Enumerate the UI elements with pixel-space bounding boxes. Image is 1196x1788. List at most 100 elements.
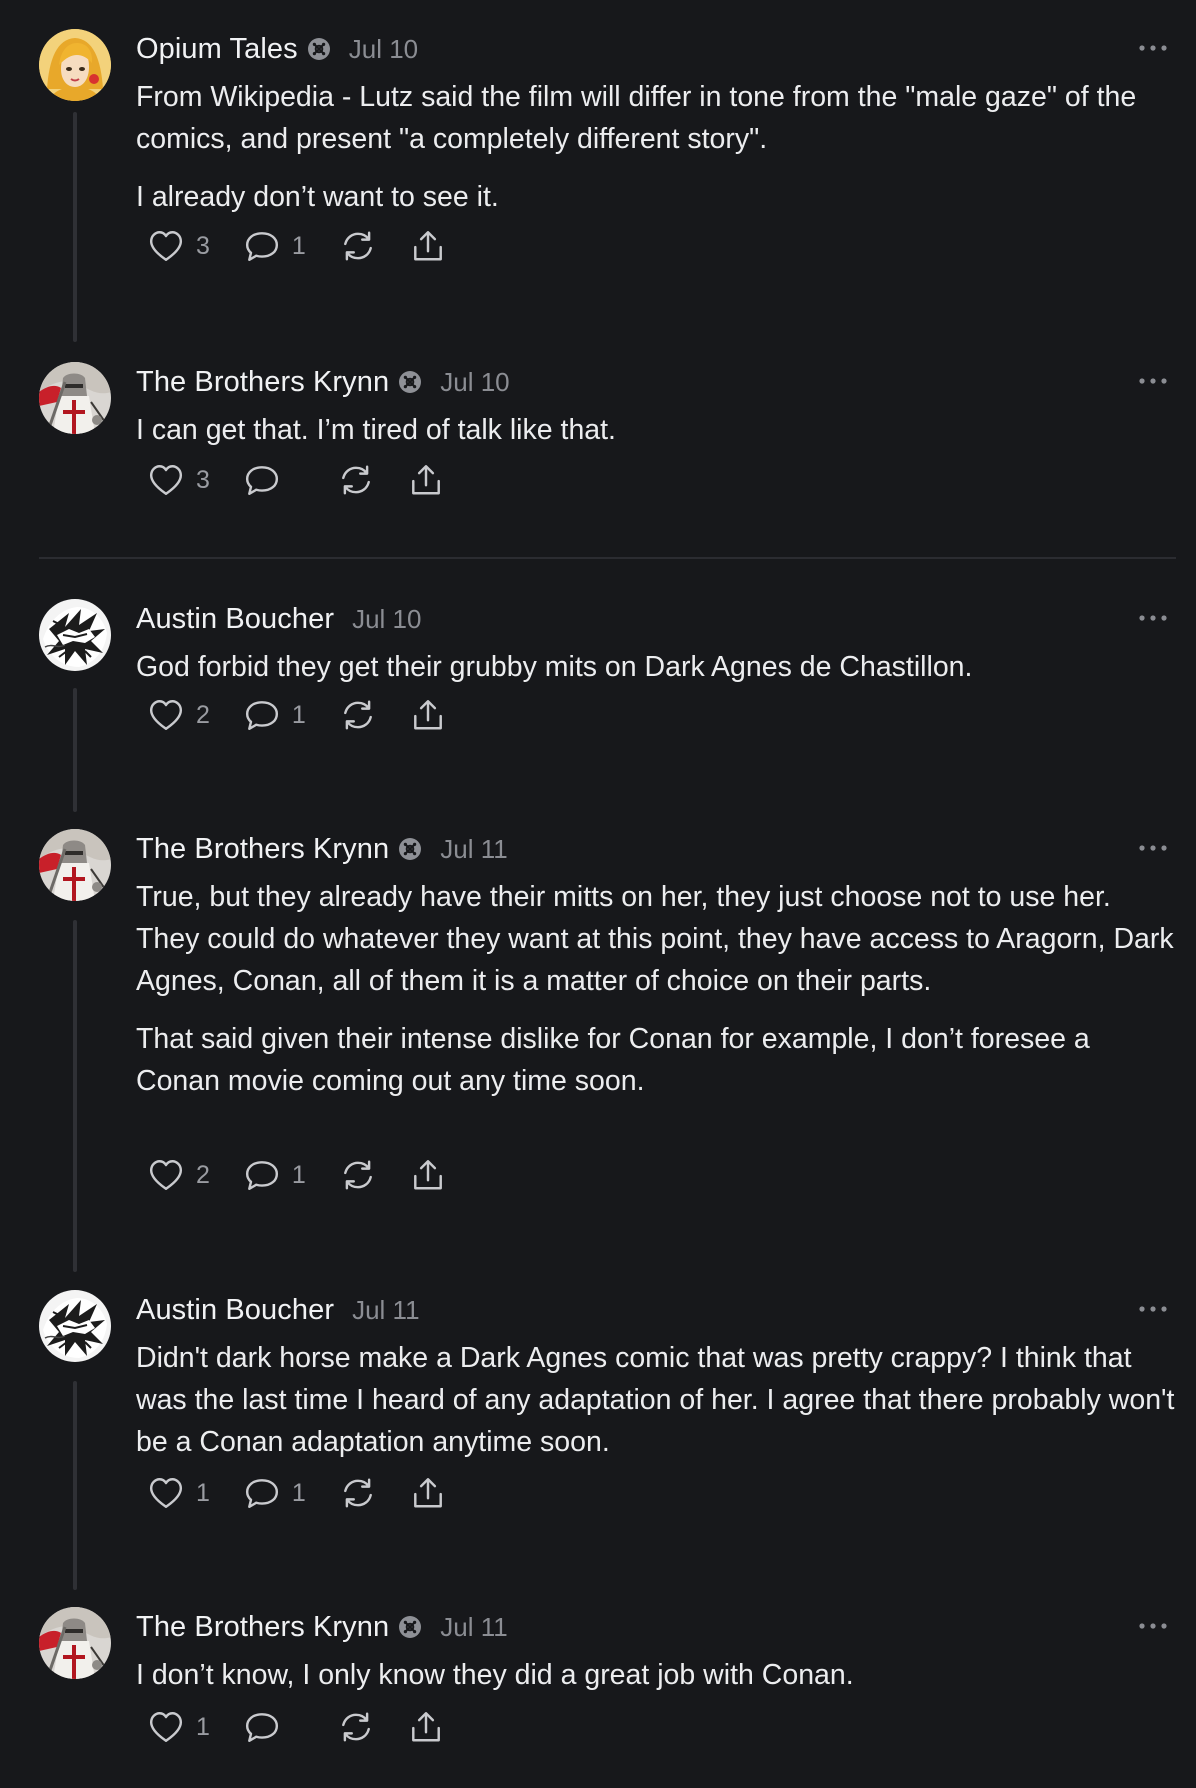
knight-avatar (39, 362, 111, 434)
avatar[interactable] (39, 1290, 111, 1362)
comment-header: Austin Boucher Jul 10 (136, 600, 421, 638)
restack-icon (343, 1478, 372, 1508)
reply-count: 1 (291, 700, 306, 729)
restack-button[interactable] (338, 1710, 374, 1744)
comment-paragraph: Didn't dark horse make a Dark Agnes comi… (136, 1342, 1175, 1458)
author-name[interactable]: The Brothers Krynn (136, 366, 389, 399)
restack-button[interactable] (340, 229, 376, 263)
comment-bubble-icon (245, 1479, 278, 1508)
comment-date[interactable]: Jul 11 (440, 834, 507, 865)
share-icon (413, 231, 442, 261)
comment-date[interactable]: Jul 10 (349, 34, 418, 65)
comment-header: Opium Tales Jul 10 (136, 30, 418, 68)
thread-line[interactable] (73, 112, 77, 342)
thread-line[interactable] (73, 920, 77, 1272)
reply-button[interactable]: 1 (244, 229, 306, 263)
like-count: 3 (196, 465, 210, 494)
avatar[interactable] (39, 29, 111, 101)
reply-button[interactable]: 1 (244, 1476, 306, 1510)
share-icon (413, 700, 442, 730)
comment-text: True, but they already have their mitts … (136, 876, 1176, 1118)
comment-paragraph: I can get that. I’m tired of talk like t… (136, 414, 616, 446)
sketch-avatar (39, 1290, 111, 1362)
heart-icon (149, 465, 183, 495)
thread-line[interactable] (73, 688, 77, 812)
more-options-button[interactable] (1138, 38, 1168, 58)
comment-text: Didn't dark horse make a Dark Agnes comi… (136, 1337, 1176, 1479)
like-button[interactable]: 3 (148, 463, 210, 497)
author-name[interactable]: Austin Boucher (136, 1294, 334, 1327)
comment-bubble-icon (245, 1161, 278, 1190)
reply-button[interactable]: 1 (244, 1158, 306, 1192)
like-count: 3 (196, 231, 210, 260)
author-name[interactable]: The Brothers Krynn (136, 1611, 389, 1644)
share-button[interactable] (410, 229, 446, 263)
comment-thread: Opium Tales Jul 10 From Wikipedia - Lutz s… (0, 0, 1196, 1788)
comment-paragraph: I don’t know, I only know they did a gre… (136, 1659, 854, 1691)
like-count: 2 (196, 700, 210, 729)
comment-actions: 21 (148, 693, 480, 737)
subscriber-badge-icon (399, 1616, 422, 1638)
author-name[interactable]: The Brothers Krynn (136, 833, 389, 866)
comment-paragraph: God forbid they get their grubby mits on… (136, 651, 973, 683)
heart-icon (149, 1160, 183, 1190)
share-button[interactable] (408, 463, 444, 497)
more-options-button[interactable] (1138, 1616, 1168, 1636)
subscriber-badge-icon (399, 838, 422, 860)
share-icon (411, 1712, 440, 1742)
like-button[interactable]: 2 (148, 698, 210, 732)
avatar[interactable] (39, 1607, 111, 1679)
avatar[interactable] (39, 599, 111, 671)
comment-bubble-icon (245, 701, 278, 730)
restack-button[interactable] (338, 463, 374, 497)
ellipsis-icon (1139, 845, 1167, 851)
avatar[interactable] (39, 829, 111, 901)
author-name[interactable]: Austin Boucher (136, 603, 334, 636)
share-button[interactable] (410, 1476, 446, 1510)
comment-bubble-icon (245, 466, 278, 495)
like-button[interactable]: 1 (148, 1710, 210, 1744)
comment-actions: 3 (148, 458, 478, 502)
restack-button[interactable] (340, 1158, 376, 1192)
thread-line[interactable] (73, 1381, 77, 1590)
restack-icon (343, 231, 372, 261)
like-count: 1 (196, 1712, 210, 1741)
heart-icon (149, 1478, 183, 1508)
comment-date[interactable]: Jul 11 (440, 1612, 507, 1643)
comment-date[interactable]: Jul 10 (352, 604, 421, 635)
share-button[interactable] (410, 698, 446, 732)
comment-bubble-icon (245, 232, 278, 261)
author-name[interactable]: Opium Tales (136, 33, 298, 66)
thread-divider (39, 557, 1176, 559)
comment-date[interactable]: Jul 10 (440, 367, 509, 398)
share-button[interactable] (408, 1710, 444, 1744)
reply-button[interactable] (244, 1710, 304, 1744)
blonde-character-avatar (39, 29, 111, 101)
restack-button[interactable] (340, 1476, 376, 1510)
comment-actions: 31 (148, 224, 480, 268)
restack-icon (341, 465, 370, 495)
like-button[interactable]: 1 (148, 1476, 210, 1510)
comment-date[interactable]: Jul 11 (352, 1295, 419, 1326)
more-options-button[interactable] (1138, 608, 1168, 628)
more-options-button[interactable] (1138, 371, 1168, 391)
reply-button[interactable]: 1 (244, 698, 306, 732)
subscriber-badge-icon (307, 38, 330, 60)
heart-icon (149, 700, 183, 730)
share-button[interactable] (410, 1158, 446, 1192)
avatar[interactable] (39, 362, 111, 434)
restack-button[interactable] (340, 698, 376, 732)
comment-actions: 11 (148, 1471, 480, 1515)
heart-icon (149, 231, 183, 261)
like-button[interactable]: 3 (148, 229, 210, 263)
like-button[interactable]: 2 (148, 1158, 210, 1192)
ellipsis-icon (1139, 615, 1167, 621)
comment-text: I don’t know, I only know they did a gre… (136, 1654, 1176, 1712)
reply-button[interactable] (244, 463, 304, 497)
more-options-button[interactable] (1138, 1299, 1168, 1319)
comment-paragraph: That said given their intense dislike fo… (136, 1023, 1090, 1097)
share-icon (413, 1160, 442, 1190)
more-options-button[interactable] (1138, 838, 1168, 858)
comment-header: The Brothers Krynn Jul 11 (136, 830, 508, 868)
comment-paragraph: True, but they already have their mitts … (136, 881, 1174, 997)
